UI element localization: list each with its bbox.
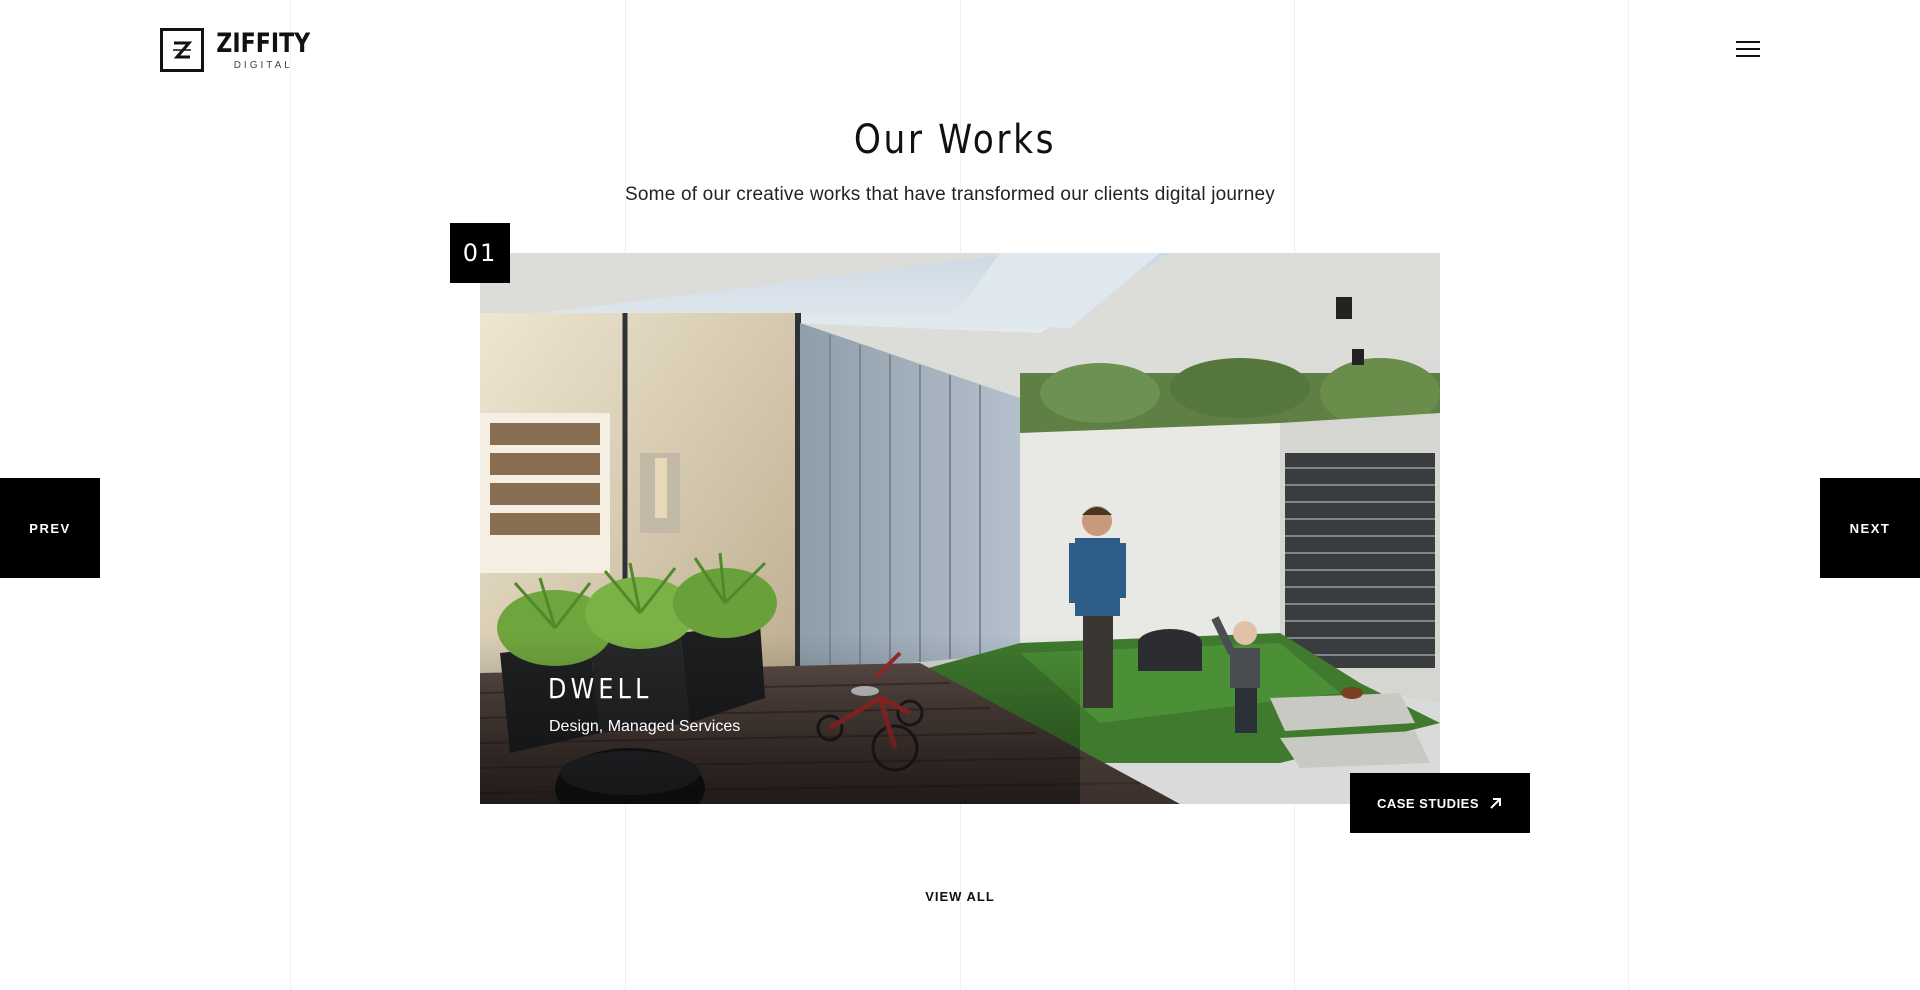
logo-mark-box: [160, 28, 204, 72]
hamburger-menu-icon: [1736, 41, 1760, 57]
case-studies-button[interactable]: CASE STUDIES: [1350, 773, 1530, 833]
next-button[interactable]: NEXT: [1820, 478, 1920, 578]
project-tags: Design, Managed Services: [549, 718, 741, 735]
case-studies-label: CASE STUDIES: [1376, 795, 1480, 811]
view-all-label: VIEW ALL: [925, 889, 995, 904]
menu-button[interactable]: [1728, 34, 1768, 64]
slide-number-badge: 01: [450, 223, 510, 283]
section-subtitle: Some of our creative works that have tra…: [625, 184, 1275, 205]
logo-sub-text: DIGITAL: [233, 59, 293, 71]
arrow-up-right-icon: [1489, 796, 1503, 810]
logo-wordmark: ZIFFITY DIGITAL: [214, 30, 313, 71]
prev-button[interactable]: PREV: [0, 478, 100, 578]
logo-main-text: ZIFFITY: [216, 27, 311, 59]
project-title[interactable]: DWELL: [548, 672, 653, 705]
site-logo[interactable]: ZIFFITY DIGITAL: [160, 26, 313, 74]
section-title: Our Works: [853, 117, 1057, 163]
logo-z-icon: [173, 41, 193, 59]
view-all-link[interactable]: VIEW ALL: [0, 889, 1920, 904]
